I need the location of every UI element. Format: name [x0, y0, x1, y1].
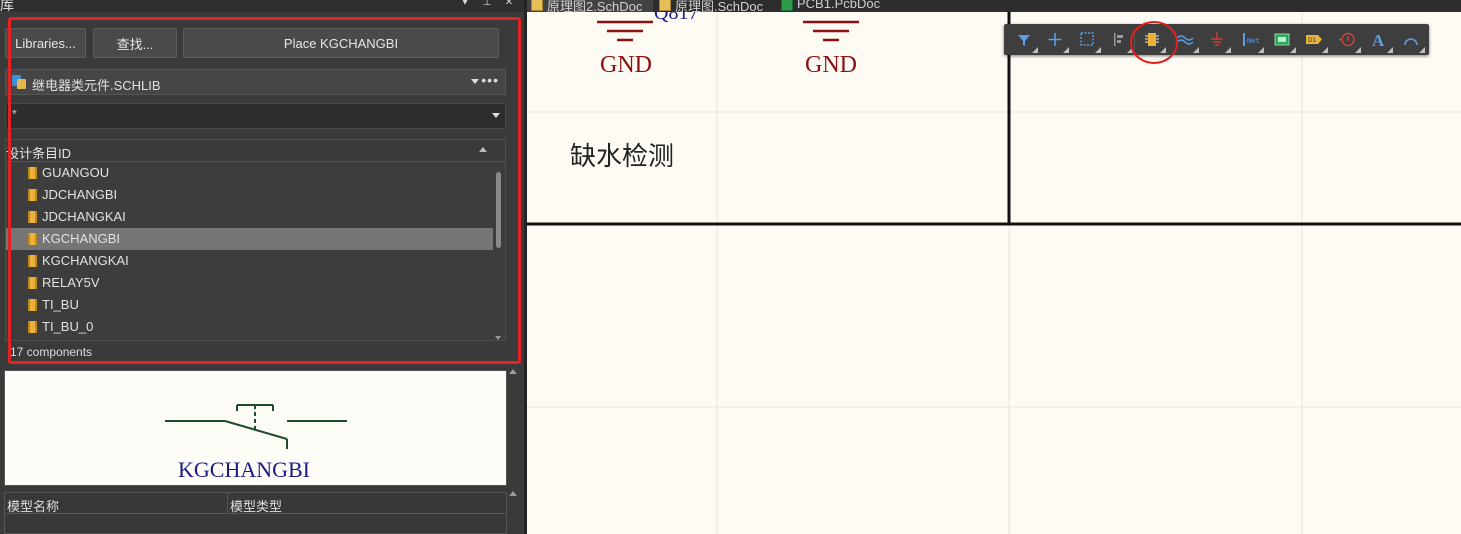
list-item[interactable]: TI_BU_0 — [6, 316, 493, 338]
toolbar-separator — [1134, 30, 1135, 49]
component-list-header[interactable]: 设计条目ID — [6, 140, 505, 162]
wire-icon[interactable] — [1174, 29, 1199, 53]
list-item[interactable]: GUANGOU — [6, 162, 493, 184]
app-window: 库 ▾ ⊥ ✕ Libraries... 查找... Place KGCHANG… — [0, 0, 1461, 534]
panel-title: 库 — [0, 0, 14, 14]
chevron-down-icon[interactable] — [492, 113, 500, 118]
models-table: 模型名称 模型类型 — [4, 492, 507, 534]
power-port-icon[interactable] — [1206, 29, 1231, 53]
harness-icon[interactable] — [1271, 29, 1296, 53]
tab-label: 原理图.SchDoc — [675, 0, 764, 12]
list-scrollbar[interactable] — [494, 162, 503, 340]
list-item[interactable]: KGCHANGBI — [6, 228, 493, 250]
tab-schdoc-2[interactable]: 原理图2.SchDoc — [527, 0, 653, 12]
component-name: JDCHANGBI — [42, 187, 118, 202]
component-name: TI_BU_0 — [42, 319, 94, 334]
preview-component-name: KGCHANGBI — [178, 457, 310, 482]
list-item[interactable]: KGCHANGKAI — [6, 250, 493, 272]
find-button[interactable]: 查找... — [93, 28, 177, 58]
component-icon — [28, 255, 37, 267]
column-model-name[interactable]: 模型名称 — [7, 496, 59, 515]
collapse-up-icon[interactable] — [509, 369, 517, 374]
align-icon[interactable] — [1108, 29, 1133, 53]
component-icon — [28, 277, 37, 289]
schlib-icon — [12, 75, 26, 89]
component-name: KGCHANGKAI — [42, 253, 129, 268]
column-divider[interactable] — [227, 493, 228, 514]
component-icon — [28, 167, 37, 179]
library-select[interactable]: 继电器类元件.SCHLIB ••• — [5, 69, 506, 95]
schematic-canvas[interactable]: Q817 GND GND 缺水检测 — [527, 12, 1461, 534]
panel-menu-icon[interactable]: ▾ — [460, 0, 470, 8]
more-options-icon[interactable]: ••• — [481, 72, 499, 88]
directive-icon[interactable] — [1336, 29, 1361, 53]
libraries-panel: 库 ▾ ⊥ ✕ Libraries... 查找... Place KGCHANG… — [0, 0, 524, 534]
text-icon[interactable]: A — [1368, 29, 1393, 53]
schdoc-icon — [531, 0, 543, 11]
active-bar-toolbar: Net D1 A — [1004, 24, 1429, 55]
panel-controls: ▾ ⊥ ✕ — [460, 0, 514, 8]
filter-icon[interactable] — [1013, 29, 1038, 53]
component-name: KGCHANGBI — [42, 231, 121, 246]
libraries-button[interactable]: Libraries... — [5, 28, 86, 58]
column-model-type[interactable]: 模型类型 — [230, 496, 282, 515]
svg-text:Net: Net — [1247, 37, 1260, 45]
schematic-section-title: 缺水检测 — [570, 142, 675, 172]
tab-label: 原理图2.SchDoc — [547, 0, 643, 12]
component-name: TI_BU — [42, 297, 79, 312]
schdoc-icon — [659, 0, 671, 11]
models-table-header: 模型名称 模型类型 — [5, 493, 506, 514]
component-icon — [28, 299, 37, 311]
component-count: 17 components — [10, 345, 93, 359]
component-name: RELAY5V — [42, 275, 100, 290]
net-label-icon[interactable]: D1 — [1303, 29, 1328, 53]
component-filter-input[interactable]: * — [5, 103, 506, 129]
library-select-value: 继电器类元件.SCHLIB — [32, 78, 161, 93]
component-name: JDCHANGKAI — [42, 209, 126, 224]
schematic-drawing — [527, 12, 1461, 534]
arc-icon[interactable] — [1400, 29, 1425, 53]
pcbdoc-icon — [781, 0, 793, 11]
svg-text:D1: D1 — [1308, 37, 1317, 44]
component-icon — [28, 233, 37, 245]
component-icon — [28, 321, 37, 333]
gnd-symbol-2 — [803, 20, 859, 42]
list-item[interactable]: JDCHANGKAI — [6, 206, 493, 228]
place-part-icon[interactable] — [1141, 29, 1166, 53]
scrollbar-thumb[interactable] — [496, 172, 501, 248]
document-tabs: 原理图2.SchDoc 原理图.SchDoc PCB1.PcbDoc — [527, 0, 1461, 12]
place-component-button[interactable]: Place KGCHANGBI — [183, 28, 499, 58]
collapse-up-icon[interactable] — [509, 491, 517, 496]
panel-title-bar: 库 ▾ ⊥ ✕ — [0, 0, 524, 14]
component-list: 设计条目ID GUANGOU JDCHANGBI JDCHANGKAI KGCHANG… — [5, 139, 506, 341]
pin-icon[interactable]: ⊥ — [482, 0, 492, 8]
sort-ascending-icon — [479, 147, 487, 152]
cross-icon[interactable] — [1044, 29, 1069, 53]
close-icon[interactable]: ✕ — [504, 0, 514, 8]
component-icon — [28, 189, 37, 201]
filter-value: * — [12, 107, 17, 121]
chevron-down-icon — [471, 79, 479, 84]
column-design-item-id: 设计条目ID — [6, 146, 72, 161]
gnd-symbol-1 — [597, 20, 653, 42]
bus-icon[interactable]: Net — [1239, 29, 1264, 53]
list-item[interactable]: JDCHANGBI — [6, 184, 493, 206]
list-item[interactable]: TI_BU — [6, 294, 493, 316]
select-rect-icon[interactable] — [1076, 29, 1101, 53]
gnd-net-label: GND — [805, 52, 857, 78]
part-designator-label: Q817 — [654, 12, 699, 24]
list-item[interactable]: RELAY5V — [6, 272, 493, 294]
symbol-preview: KGCHANGBI — [4, 370, 507, 486]
component-name: GUANGOU — [42, 165, 110, 180]
tab-pcbdoc[interactable]: PCB1.PcbDoc — [777, 0, 887, 12]
tab-schdoc[interactable]: 原理图.SchDoc — [655, 0, 773, 12]
component-icon — [28, 211, 37, 223]
gnd-net-label: GND — [600, 52, 652, 78]
scroll-down-arrow-icon[interactable] — [495, 336, 501, 340]
tab-label: PCB1.PcbDoc — [797, 0, 881, 11]
svg-text:A: A — [1372, 31, 1385, 50]
